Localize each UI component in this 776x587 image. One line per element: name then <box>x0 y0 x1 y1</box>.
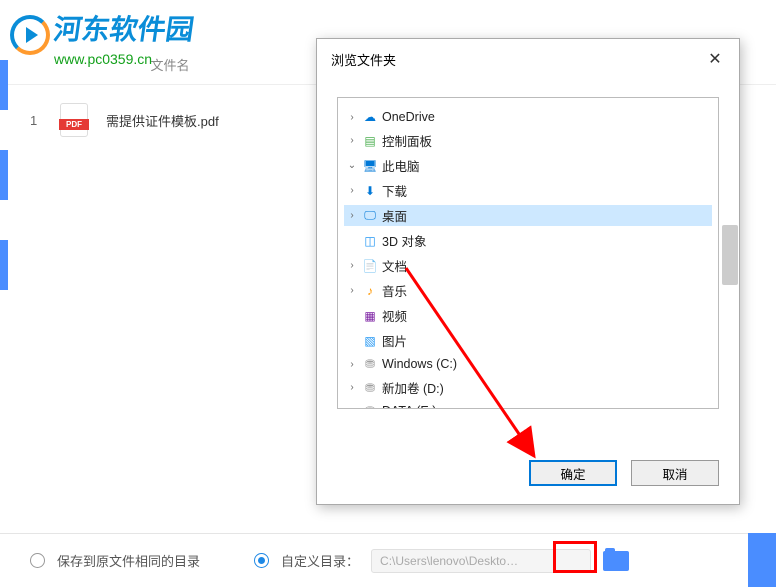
expander-icon[interactable]: › <box>346 285 358 297</box>
pic-icon: ▧ <box>362 333 378 349</box>
path-input[interactable]: C:\Users\lenovo\Deskto… <box>371 549 591 573</box>
expander-icon[interactable]: › <box>346 260 358 272</box>
tree-item--[interactable]: › 📄文档 <box>344 255 712 276</box>
tree-item-label: 文档 <box>382 256 407 275</box>
desktop-icon: 🖵 <box>362 208 378 224</box>
expander-icon[interactable]: › <box>346 135 358 147</box>
tree-item-label: 桌面 <box>382 206 407 225</box>
drive-icon: ⛃ <box>362 356 378 372</box>
expander-icon[interactable]: › <box>346 185 358 197</box>
action-button[interactable] <box>748 533 776 587</box>
watermark: 河东软件园 www.pc0359.cn <box>10 8 194 67</box>
tree-item-label: 图片 <box>382 331 407 350</box>
watermark-logo-icon <box>10 15 50 55</box>
pc-icon: 🖥 <box>362 158 378 174</box>
doc-icon: 📄 <box>362 258 378 274</box>
cancel-button[interactable]: 取消 <box>631 460 719 486</box>
expander-icon[interactable]: ⌄ <box>346 160 358 172</box>
side-chip <box>0 150 8 200</box>
expander-icon[interactable]: › <box>346 111 358 123</box>
dialog-title: 浏览文件夹 <box>331 50 396 69</box>
watermark-url: www.pc0359.cn <box>54 51 194 67</box>
tree-item-windows-c-[interactable]: › ⛃ Windows (C:) <box>344 355 712 373</box>
pdf-icon: PDF <box>60 103 88 137</box>
expander-icon[interactable]: › <box>346 382 358 394</box>
tree-item--[interactable]: › ▤控制面板 <box>344 130 712 151</box>
tree-item--[interactable]: › ♪音乐 <box>344 280 712 301</box>
tree-item-label: 下载 <box>382 181 407 200</box>
3d-icon: ◫ <box>362 233 378 249</box>
label-save-same-dir: 保存到原文件相同的目录 <box>57 551 200 570</box>
side-accent <box>0 0 8 587</box>
file-name: 需提供证件模板.pdf <box>106 111 219 130</box>
tree-item-label: Windows (C:) <box>382 357 457 371</box>
drive-icon: ⛃ <box>362 380 378 396</box>
expander-icon[interactable]: › <box>346 358 358 370</box>
tree-item-label: 新加卷 (D:) <box>382 378 444 397</box>
file-index: 1 <box>30 113 42 128</box>
tree-item-3d-[interactable]: ◫3D 对象 <box>344 230 712 251</box>
tree-item--[interactable]: ▦视频 <box>344 305 712 326</box>
tree-item-label: 视频 <box>382 306 407 325</box>
dialog-body: ›☁OneDrive›▤控制面板⌄🖥此电脑›⬇下载›🖵桌面◫3D 对象›📄文档›… <box>317 79 739 448</box>
tree-item-label: 3D 对象 <box>382 231 426 250</box>
side-chip <box>0 60 8 110</box>
folder-tree[interactable]: ›☁OneDrive›▤控制面板⌄🖥此电脑›⬇下载›🖵桌面◫3D 对象›📄文档›… <box>337 97 719 409</box>
radio-save-same-dir[interactable] <box>30 553 45 568</box>
tree-item-label: OneDrive <box>382 110 435 124</box>
drive-icon: ⛃ <box>362 403 378 409</box>
download-icon: ⬇ <box>362 183 378 199</box>
tree-item-label: 音乐 <box>382 281 407 300</box>
dialog-titlebar: 浏览文件夹 ✕ <box>317 39 739 79</box>
label-custom-dir: 自定义目录： <box>281 551 359 570</box>
tree-item--[interactable]: ⌄ 🖥此电脑 <box>344 155 712 176</box>
ok-button[interactable]: 确定 <box>529 460 617 486</box>
dialog-footer: 确定 取消 <box>317 448 739 504</box>
main-window: 河东软件园 www.pc0359.cn 文件名 状 1 PDF 需提供证件模板.… <box>0 0 776 587</box>
close-icon[interactable]: ✕ <box>705 49 725 69</box>
tree-item-data-e-[interactable]: › ⛃ DATA (E:) <box>344 402 712 409</box>
browse-folder-button[interactable] <box>603 551 629 571</box>
cloud-icon: ☁ <box>362 109 378 125</box>
side-chip <box>0 240 8 290</box>
watermark-title: 河东软件园 <box>52 8 198 48</box>
tree-item--d-[interactable]: › ⛃新加卷 (D:) <box>344 377 712 398</box>
expander-icon[interactable]: › <box>346 210 358 222</box>
tree-item--[interactable]: › ⬇下载 <box>344 180 712 201</box>
tree-item-label: 控制面板 <box>382 131 432 150</box>
tree-item--[interactable]: ▧图片 <box>344 330 712 351</box>
tree-item--[interactable]: › 🖵桌面 <box>344 205 712 226</box>
video-icon: ▦ <box>362 308 378 324</box>
pdf-badge: PDF <box>59 119 89 130</box>
tree-item-label: DATA (E:) <box>382 404 436 409</box>
expander-icon[interactable]: › <box>346 405 358 409</box>
tree-item-onedrive[interactable]: › ☁ OneDrive <box>344 108 712 126</box>
radio-custom-dir[interactable] <box>254 553 269 568</box>
browse-folder-dialog: 浏览文件夹 ✕ ›☁OneDrive›▤控制面板⌄🖥此电脑›⬇下载›🖵桌面◫3D… <box>316 38 740 505</box>
tree-item-label: 此电脑 <box>382 156 420 175</box>
panel-icon: ▤ <box>362 133 378 149</box>
music-icon: ♪ <box>362 283 378 299</box>
bottom-bar: 保存到原文件相同的目录 自定义目录： C:\Users\lenovo\Deskt… <box>0 533 776 587</box>
